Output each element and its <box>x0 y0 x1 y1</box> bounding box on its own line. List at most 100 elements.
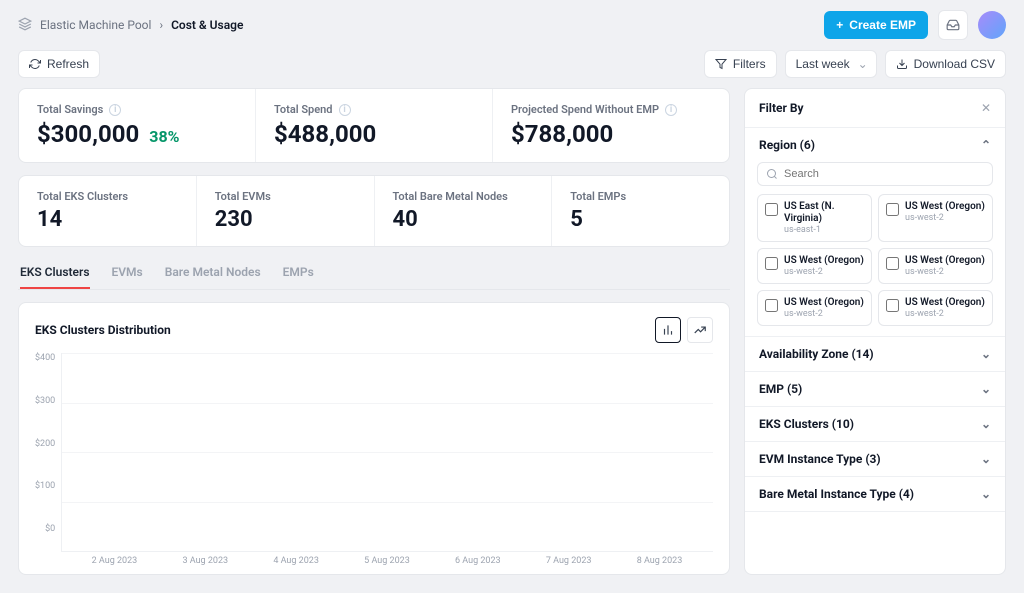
region-code: us-west-2 <box>905 309 985 319</box>
facet-eks-clusters: EKS Clusters (10) ⌄ <box>745 407 1005 442</box>
y-tick: $0 <box>45 524 55 534</box>
inbox-button[interactable] <box>938 10 968 40</box>
stat-card: Total Savings i $300,000 38% <box>19 89 256 162</box>
create-emp-button[interactable]: + Create EMP <box>824 11 928 39</box>
region-option[interactable]: US West (Oregon) us-west-2 <box>878 290 993 326</box>
info-icon[interactable]: i <box>339 104 351 116</box>
download-csv-button[interactable]: Download CSV <box>885 50 1006 78</box>
count-stats-row: Total EKS Clusters 14 Total EVMs 230 Total… <box>18 175 730 247</box>
tab-eks-clusters[interactable]: EKS Clusters <box>20 265 90 289</box>
region-checkbox[interactable] <box>765 299 778 312</box>
bar-chart-toggle[interactable] <box>655 317 681 343</box>
region-name: US West (Oregon) <box>905 297 985 309</box>
toolbar: Refresh Filters Last week ⌄ Download CSV <box>0 50 1024 88</box>
facet-label: EKS Clusters (10) <box>759 417 854 431</box>
facet-header[interactable]: EMP (5) ⌄ <box>745 372 1005 406</box>
stat-value: $488,000 <box>274 120 474 148</box>
stat-label: Total Spend i <box>274 103 474 116</box>
region-checkbox[interactable] <box>886 203 899 216</box>
chevron-down-icon: ⌄ <box>981 417 991 431</box>
facet-header[interactable]: EVM Instance Type (3) ⌄ <box>745 442 1005 476</box>
facet-label: Availability Zone (14) <box>759 347 874 361</box>
region-option[interactable]: US West (Oregon) us-west-2 <box>878 248 993 284</box>
breadcrumb-root[interactable]: Elastic Machine Pool <box>40 18 151 32</box>
resource-tabs: EKS Clusters EVMs Bare Metal Nodes EMPs <box>18 259 730 290</box>
tab-evms[interactable]: EVMs <box>112 265 143 289</box>
region-code: us-east-1 <box>784 225 864 235</box>
download-icon <box>896 58 908 70</box>
chart-y-axis: $400 $300 $200 $100 $0 <box>35 353 61 552</box>
stat-card: Total Spend i $488,000 <box>256 89 493 162</box>
region-checkbox[interactable] <box>765 203 778 216</box>
stat-card: Total EKS Clusters 14 <box>19 176 197 246</box>
stat-value: $788,000 <box>511 120 711 148</box>
info-icon[interactable]: i <box>665 104 677 116</box>
stat-label: Projected Spend Without EMP i <box>511 103 711 116</box>
y-tick: $100 <box>35 481 55 491</box>
y-tick: $200 <box>35 439 55 449</box>
facet-search[interactable] <box>757 162 993 186</box>
plus-icon: + <box>836 18 843 32</box>
app-header: Elastic Machine Pool › Cost & Usage + Cr… <box>0 0 1024 50</box>
create-emp-label: Create EMP <box>849 18 916 32</box>
region-checkbox[interactable] <box>886 257 899 270</box>
tab-bare-metal-nodes[interactable]: Bare Metal Nodes <box>165 265 261 289</box>
breadcrumb-current: Cost & Usage <box>171 18 243 32</box>
y-tick: $400 <box>35 353 55 363</box>
tab-emps[interactable]: EMPs <box>283 265 314 289</box>
x-tick: 5 Aug 2023 <box>364 556 410 566</box>
region-name: US West (Oregon) <box>784 297 864 309</box>
filter-sidebar: Filter By ✕ Region (6)⌃ US East (N. Virg… <box>744 88 1006 575</box>
region-option[interactable]: US West (Oregon) us-west-2 <box>757 248 872 284</box>
chevron-down-icon: ⌄ <box>981 452 991 466</box>
chart-card: EKS Clusters Distribution $400$300$200$1… <box>18 302 730 575</box>
region-code: us-west-2 <box>905 267 985 277</box>
x-tick: 4 Aug 2023 <box>273 556 319 566</box>
x-tick: 7 Aug 2023 <box>546 556 592 566</box>
region-name: US East (N. Virginia) <box>784 201 864 225</box>
region-option[interactable]: US West (Oregon) us-west-2 <box>757 290 872 326</box>
facet-header[interactable]: Region (6)⌃ <box>745 128 1005 162</box>
stat-label: Total Bare Metal Nodes <box>393 190 534 203</box>
chevron-up-icon: ⌃ <box>981 138 991 152</box>
facet-label: EMP (5) <box>759 382 802 396</box>
filters-button[interactable]: Filters <box>704 50 777 78</box>
close-icon[interactable]: ✕ <box>981 101 991 115</box>
download-label: Download CSV <box>914 57 995 71</box>
line-chart-icon <box>693 323 707 337</box>
filter-title: Filter By <box>759 101 804 115</box>
region-checkbox[interactable] <box>765 257 778 270</box>
stat-label: Total EKS Clusters <box>37 190 178 203</box>
stat-label: Total EVMs <box>215 190 356 203</box>
region-name: US West (Oregon) <box>784 255 864 267</box>
date-range-label: Last week <box>796 57 850 71</box>
stat-label: Total Savings i <box>37 103 237 116</box>
avatar[interactable] <box>978 11 1006 39</box>
refresh-button[interactable]: Refresh <box>18 50 100 78</box>
facet-header[interactable]: EKS Clusters (10) ⌄ <box>745 407 1005 441</box>
y-tick: $300 <box>35 396 55 406</box>
line-chart-toggle[interactable] <box>687 317 713 343</box>
x-tick: 6 Aug 2023 <box>455 556 501 566</box>
refresh-icon <box>29 58 41 70</box>
chevron-down-icon: ⌄ <box>981 347 991 361</box>
info-icon[interactable]: i <box>109 104 121 116</box>
region-checkbox[interactable] <box>886 299 899 312</box>
region-option[interactable]: US East (N. Virginia) us-east-1 <box>757 194 872 242</box>
facet-label: EVM Instance Type (3) <box>759 452 881 466</box>
layers-icon <box>18 17 32 34</box>
region-option[interactable]: US West (Oregon) us-west-2 <box>878 194 993 242</box>
stat-card: Total EMPs 5 <box>552 176 729 246</box>
chevron-down-icon: ⌄ <box>981 382 991 396</box>
date-range-select[interactable]: Last week ⌄ <box>785 50 877 78</box>
facet-search-input[interactable] <box>784 168 984 180</box>
x-tick: 8 Aug 2023 <box>637 556 683 566</box>
facet-body: US East (N. Virginia) us-east-1 US West … <box>745 162 1005 336</box>
chart-plot <box>61 353 713 552</box>
facet-region: Region (6)⌃ US East (N. Virginia) us-eas… <box>745 128 1005 337</box>
facet-header[interactable]: Bare Metal Instance Type (4)⌄ <box>745 477 1005 511</box>
facet-label: Bare Metal Instance Type (4) <box>759 487 914 501</box>
region-name: US West (Oregon) <box>905 201 985 213</box>
stat-value: 230 <box>215 207 356 232</box>
facet-header[interactable]: Availability Zone (14) ⌄ <box>745 337 1005 371</box>
